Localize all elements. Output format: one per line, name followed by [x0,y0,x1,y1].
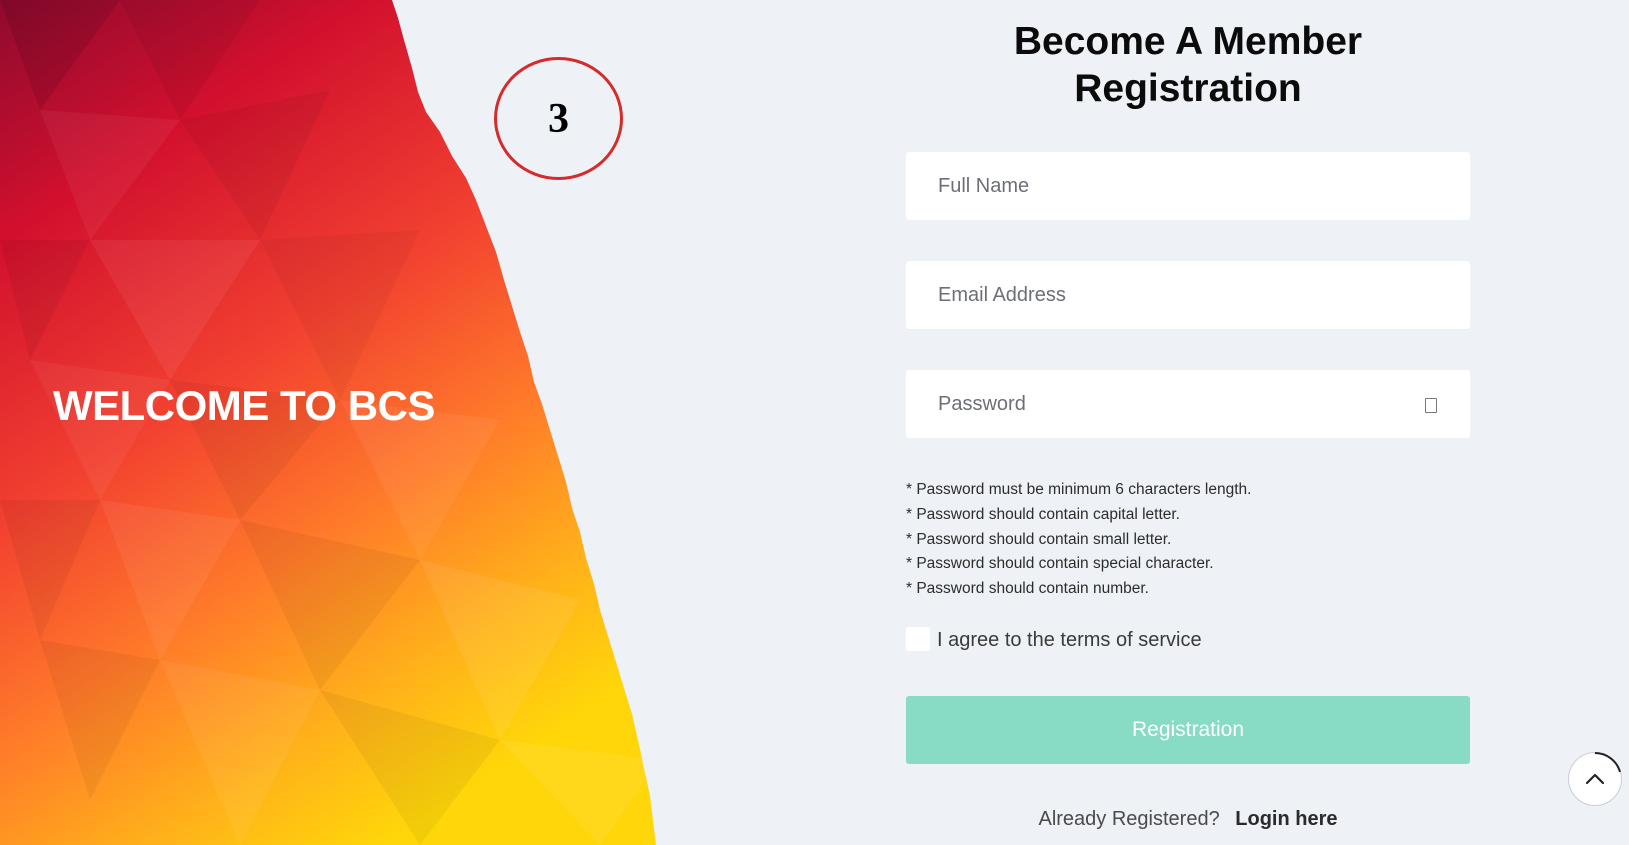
registration-button[interactable]: Registration [906,696,1470,764]
welcome-heading: WELCOME TO BCS [53,382,435,429]
password-rule: * Password should contain number. [906,580,1149,598]
scroll-top-button[interactable] [1568,752,1622,806]
step-annotation: 3 [494,57,623,180]
page-title: Become A Member Registration [906,18,1470,112]
terms-checkbox[interactable] [906,627,930,651]
already-registered-text: Already Registered? [1038,808,1220,830]
password-rule: * Password should contain capital letter… [906,505,1180,523]
scroll-progress-ring [1594,752,1621,773]
password-rules: * Password must be minimum 6 characters … [906,478,1251,602]
password-rule: * Password should contain small letter. [906,530,1172,548]
terms-label[interactable]: I agree to the terms of service [937,629,1202,652]
title-line-2: Registration [1074,67,1302,110]
already-registered-line: Already Registered? Login here [906,808,1470,831]
password-input[interactable] [906,370,1470,438]
email-input[interactable] [906,261,1470,329]
login-link[interactable]: Login here [1235,808,1337,830]
eye-icon[interactable] [1425,398,1437,413]
password-rule: * Password must be minimum 6 characters … [906,481,1252,498]
password-rule: * Password should contain special charac… [906,555,1214,573]
full-name-input[interactable] [906,152,1470,220]
title-line-1: Become A Member [1013,20,1363,63]
